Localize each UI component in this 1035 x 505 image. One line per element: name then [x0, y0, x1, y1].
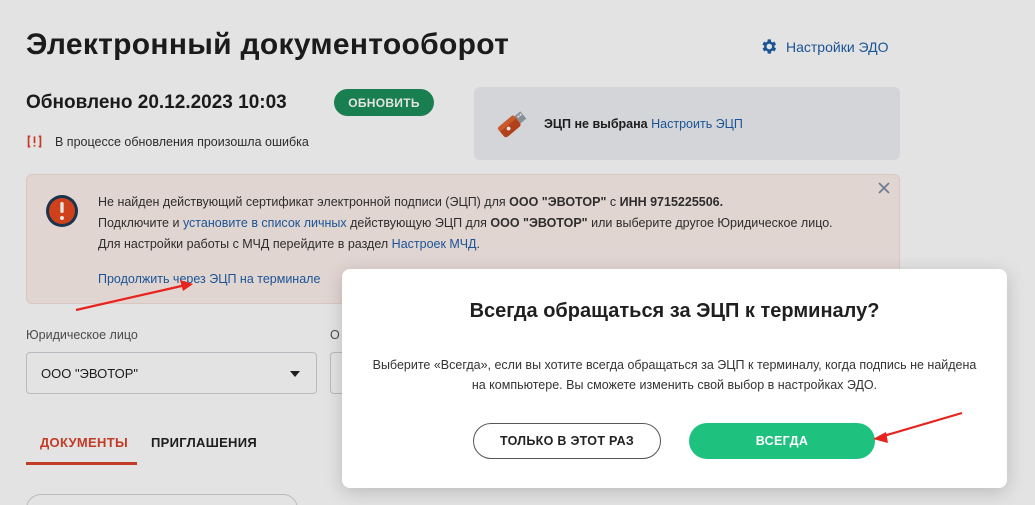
only-this-time-button[interactable]: ТОЛЬКО В ЭТОТ РАЗ: [473, 423, 661, 459]
dialog-title: Всегда обращаться за ЭЦП к терминалу?: [469, 300, 880, 322]
dialog-body-line2: на компьютере. Вы сможете изменить свой …: [471, 378, 878, 392]
always-button[interactable]: ВСЕГДА: [689, 423, 875, 459]
dialog-body-line1: Выберите «Всегда», если вы хотите всегда…: [372, 358, 977, 372]
terminal-ecp-dialog: Всегда обращаться за ЭЦП к терминалу? Вы…: [342, 269, 1007, 488]
dialog-body: Выберите «Всегда», если вы хотите всегда…: [356, 355, 993, 395]
